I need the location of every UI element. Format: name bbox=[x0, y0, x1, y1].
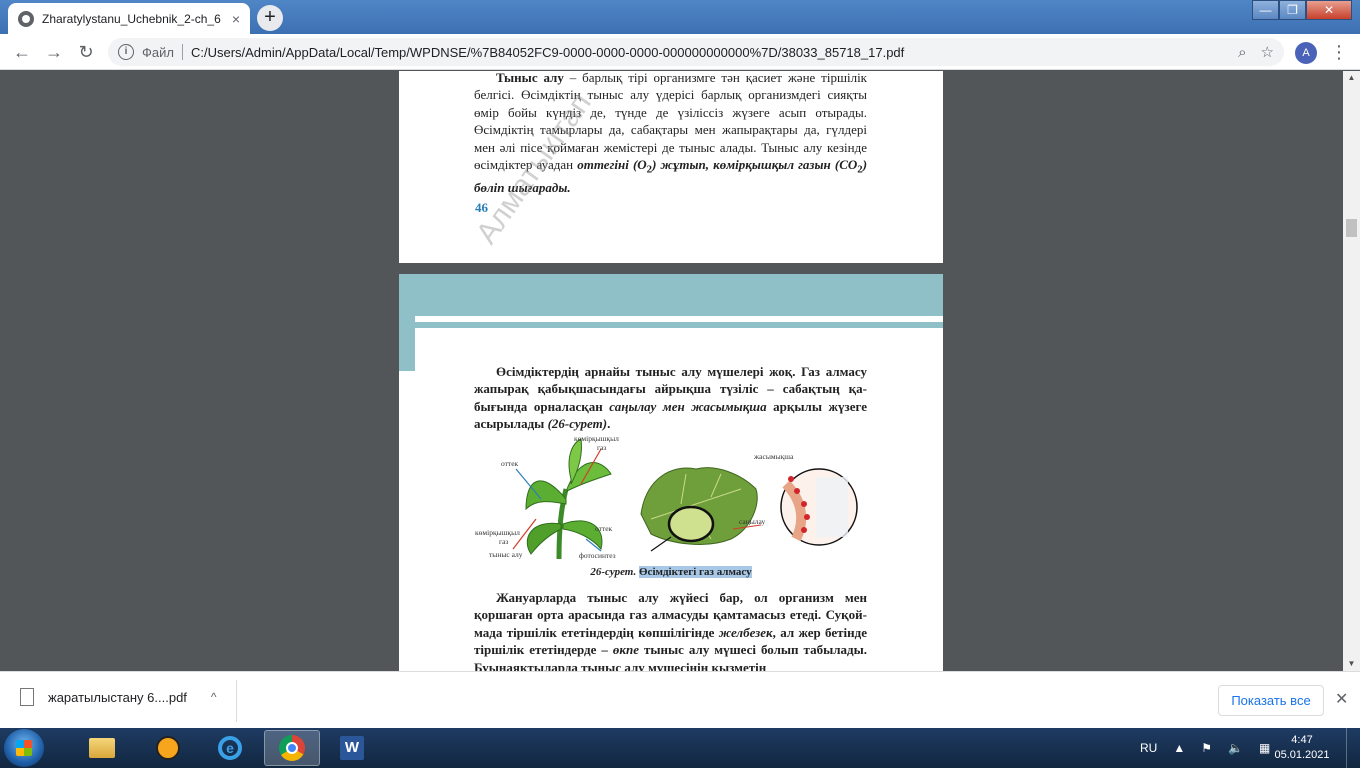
ie-icon: e bbox=[218, 736, 242, 760]
download-separator bbox=[236, 680, 237, 722]
chrome-icon bbox=[279, 735, 305, 761]
clock-date: 05.01.2021 bbox=[1274, 749, 1330, 761]
start-button[interactable] bbox=[4, 729, 44, 767]
term-respiration: Тыныс алу bbox=[496, 71, 564, 85]
label-oxygen-right: оттек bbox=[595, 524, 613, 533]
label-co2-top-1: көмірқышқыл bbox=[574, 434, 619, 443]
info-icon[interactable]: i bbox=[118, 44, 134, 60]
taskbar-aimp[interactable] bbox=[140, 730, 196, 766]
url-text[interactable]: C:/Users/Admin/AppData/Local/Temp/WPDNSE… bbox=[191, 45, 1224, 60]
show-desktop-button[interactable] bbox=[1346, 728, 1360, 768]
label-photosynthesis: фотосинтез bbox=[579, 551, 616, 560]
plant-illustration bbox=[512, 438, 612, 560]
label-co2-bottom-1: көмірқышқыл bbox=[475, 528, 520, 537]
taskbar: e W RU ▲ ⚑ 🔈 ▦ 4:47 05.01.2021 bbox=[0, 728, 1360, 768]
download-item[interactable]: жаратылыстану 6....pdf ^ bbox=[20, 688, 217, 706]
profile-avatar[interactable]: A bbox=[1295, 42, 1317, 64]
language-indicator[interactable]: RU bbox=[1140, 741, 1157, 755]
folder-icon bbox=[89, 738, 115, 758]
label-co2-bottom-2: газ bbox=[499, 537, 508, 546]
taskbar-explorer[interactable] bbox=[74, 730, 130, 766]
window-controls: — ❐ ✕ bbox=[1252, 0, 1352, 20]
close-window-button[interactable]: ✕ bbox=[1306, 0, 1352, 20]
header-band-line bbox=[415, 322, 943, 328]
close-download-bar-icon[interactable]: ✕ bbox=[1335, 689, 1348, 709]
gas-exchange-figure: көмірқышқыл газ оттек оттек көмірқышқыл … bbox=[475, 434, 858, 560]
lenticel-illustration bbox=[780, 468, 858, 546]
bookmark-star-icon[interactable]: ☆ bbox=[1261, 43, 1274, 61]
page2-paragraph-1: Өсімдіктердің арнайы тыныс алу мүшелері … bbox=[474, 363, 867, 433]
scroll-down-arrow[interactable]: ▼ bbox=[1343, 657, 1360, 671]
globe-icon bbox=[18, 10, 34, 27]
page1-italic-1: оттегіні (O bbox=[577, 157, 647, 173]
title-bar: Zharatylystanu_Uchebnik_2-ch_6 × + — ❐ ✕ bbox=[0, 0, 1360, 34]
word-icon: W bbox=[340, 736, 364, 760]
new-tab-button[interactable]: + bbox=[257, 5, 283, 31]
back-button[interactable]: ← bbox=[10, 40, 34, 64]
zoom-icon[interactable]: ⌕ bbox=[1238, 44, 1246, 61]
leaf-illustration bbox=[640, 467, 762, 552]
taskbar-ie[interactable]: e bbox=[202, 730, 258, 766]
network-icon[interactable]: ▦ bbox=[1259, 741, 1270, 755]
browser-tab[interactable]: Zharatylystanu_Uchebnik_2-ch_6 × bbox=[8, 3, 250, 34]
forward-button[interactable]: → bbox=[42, 40, 66, 64]
clock-time: 4:47 bbox=[1291, 734, 1313, 746]
label-co2-top-2: газ bbox=[597, 443, 606, 452]
page1-italic-2: ) жұтып, көмірқышқыл газын (CO bbox=[652, 157, 858, 173]
label-respiration: тыныс алу bbox=[489, 550, 523, 559]
tab-title: Zharatylystanu_Uchebnik_2-ch_6 bbox=[42, 11, 221, 26]
minimize-button[interactable]: — bbox=[1252, 0, 1279, 20]
flag-icon[interactable]: ⚑ bbox=[1201, 741, 1212, 755]
label-stoma: саңылау bbox=[739, 517, 765, 526]
chevron-up-icon[interactable]: ^ bbox=[211, 690, 217, 704]
download-filename[interactable]: жаратылыстану 6....pdf bbox=[48, 690, 187, 705]
label-oxygen-left: оттек bbox=[501, 459, 519, 468]
reload-button[interactable]: ↻ bbox=[74, 40, 98, 64]
caption-text: Өсімдіктегі газ алмасу bbox=[639, 566, 752, 578]
aimp-icon bbox=[156, 736, 180, 760]
maximize-button[interactable]: ❐ bbox=[1279, 0, 1306, 20]
figure-caption: 26-сурет. Өсімдіктегі газ алмасу bbox=[399, 566, 943, 578]
taskbar-chrome[interactable] bbox=[264, 730, 320, 766]
vertical-scrollbar[interactable]: ▲ ▼ bbox=[1343, 71, 1360, 671]
tray-expand-icon[interactable]: ▲ bbox=[1173, 741, 1185, 755]
header-band bbox=[399, 274, 943, 316]
browser-toolbar: ← → ↻ i Файл C:/Users/Admin/AppData/Loca… bbox=[0, 34, 1360, 70]
label-lenticel: жасымықша bbox=[753, 452, 794, 461]
menu-icon[interactable]: ⋮ bbox=[1330, 40, 1348, 64]
volume-icon[interactable]: 🔈 bbox=[1228, 741, 1243, 755]
scrollbar-thumb[interactable] bbox=[1346, 219, 1357, 237]
clock[interactable]: 4:47 05.01.2021 bbox=[1270, 733, 1334, 763]
taskbar-word[interactable]: W bbox=[324, 730, 380, 766]
scroll-up-arrow[interactable]: ▲ bbox=[1343, 71, 1360, 85]
para2-italic-lungs: өкпе bbox=[612, 642, 639, 658]
download-bar: жаратылыстану 6....pdf ^ Показать все ✕ bbox=[0, 671, 1360, 728]
para2-italic-gills: желбезек bbox=[718, 624, 773, 640]
tab-close-icon[interactable]: × bbox=[232, 11, 240, 27]
address-separator bbox=[181, 44, 183, 60]
address-bar[interactable]: i Файл C:/Users/Admin/AppData/Local/Temp… bbox=[108, 38, 1284, 66]
para1-italic: саңылау мен жасымықша bbox=[609, 398, 767, 414]
caption-number: 26-сурет. bbox=[590, 566, 637, 578]
url-scheme: Файл bbox=[142, 44, 174, 60]
header-band-left bbox=[399, 316, 415, 371]
pdf-page-47: Өсімдіктердің арнайы тыныс алу мүшелері … bbox=[399, 274, 943, 671]
pdf-viewer[interactable]: Тыныс алу – барлық тірі организмге тән қ… bbox=[0, 71, 1343, 671]
show-all-button[interactable]: Показать все bbox=[1218, 685, 1324, 716]
system-tray: RU ▲ ⚑ 🔈 ▦ bbox=[1140, 728, 1286, 768]
page2-paragraph-2: Жануарларда тыныс алу жүйесі бар, ол орг… bbox=[474, 589, 867, 671]
file-icon bbox=[20, 688, 34, 706]
